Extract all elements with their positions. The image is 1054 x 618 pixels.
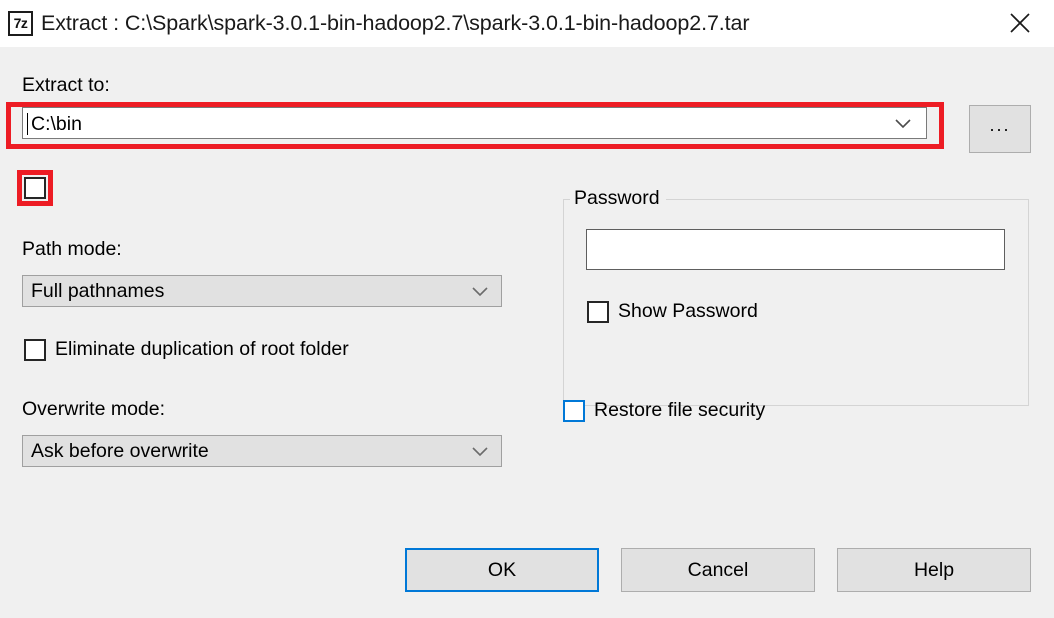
eliminate-duplication-label: Eliminate duplication of root folder (55, 337, 349, 361)
window-title: Extract : C:\Spark\spark-3.0.1-bin-hadoo… (41, 8, 749, 39)
close-icon (1007, 10, 1033, 36)
extract-dialog: 7z Extract : C:\Spark\spark-3.0.1-bin-ha… (0, 0, 1054, 618)
restore-file-security-label: Restore file security (594, 398, 765, 422)
browse-button-label: ... (989, 115, 1010, 136)
overwrite-mode-label: Overwrite mode: (22, 397, 165, 421)
unlabeled-checkbox[interactable] (24, 177, 46, 199)
help-button-label: Help (914, 559, 954, 582)
show-password-checkbox[interactable] (587, 301, 609, 323)
chevron-down-icon[interactable] (894, 116, 912, 132)
path-mode-label: Path mode: (22, 237, 122, 261)
ok-button-label: OK (488, 559, 516, 582)
cancel-button[interactable]: Cancel (621, 548, 815, 592)
path-mode-value: Full pathnames (31, 279, 164, 303)
show-password-label: Show Password (618, 299, 758, 323)
close-button[interactable] (985, 0, 1054, 46)
restore-file-security-checkbox[interactable] (563, 400, 585, 422)
eliminate-duplication-checkbox[interactable] (24, 339, 46, 361)
chevron-down-icon (471, 445, 489, 459)
browse-button[interactable]: ... (969, 105, 1031, 153)
overwrite-mode-dropdown[interactable]: Ask before overwrite (22, 435, 502, 467)
extract-to-input[interactable]: C:\bin (22, 107, 927, 139)
password-group-label: Password (570, 186, 666, 210)
seven-zip-icon: 7z (8, 11, 33, 36)
extract-to-value: C:\bin (31, 112, 82, 136)
path-mode-dropdown[interactable]: Full pathnames (22, 275, 502, 307)
extract-to-label: Extract to: (22, 73, 110, 97)
help-button[interactable]: Help (837, 548, 1031, 592)
title-bar: 7z Extract : C:\Spark\spark-3.0.1-bin-ha… (0, 0, 1054, 47)
cancel-button-label: Cancel (688, 559, 749, 582)
dialog-body: Extract to: C:\bin ... Path mode: Full p… (0, 47, 1054, 618)
password-input[interactable] (586, 229, 1005, 270)
chevron-down-icon (471, 285, 489, 299)
ok-button[interactable]: OK (405, 548, 599, 592)
text-caret (27, 113, 28, 135)
overwrite-mode-value: Ask before overwrite (31, 439, 209, 463)
